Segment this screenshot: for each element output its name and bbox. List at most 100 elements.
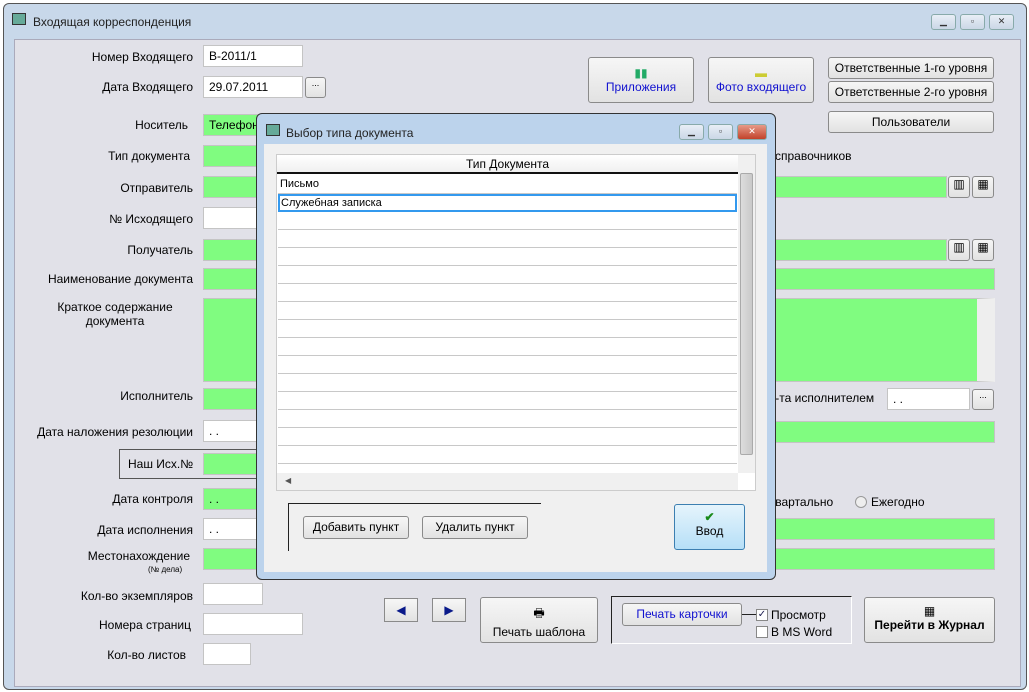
summary-label: Краткое содержание документа [57, 300, 173, 328]
resolution-green-input[interactable] [770, 421, 995, 443]
close-button[interactable]: ✕ [989, 14, 1014, 30]
scroll-thumb[interactable] [740, 173, 753, 455]
pages-label: Номера страниц [99, 618, 191, 632]
date-picker-button[interactable]: ... [305, 77, 326, 98]
dialog-minimize-button[interactable]: ▁ [679, 124, 704, 140]
responsible-1-button[interactable]: Ответственные 1-го уровня [828, 57, 994, 79]
books-icon: ▮▮ [634, 66, 648, 80]
grid-header[interactable]: Тип Документа [277, 155, 738, 174]
location-sublabel: (№ дела) [148, 565, 183, 574]
delete-item-button[interactable]: Удалить пункт [422, 516, 528, 539]
yearly-label: Ежегодно [871, 495, 925, 509]
folder-icon: ▬ [755, 66, 767, 80]
checkmark-icon: ✔ [704, 510, 715, 524]
recipient-card-button[interactable]: ▥ [948, 239, 970, 261]
sender-card-button[interactable]: ▥ [948, 176, 970, 198]
location-label: Местонахождение [87, 549, 190, 563]
doc-type-grid[interactable]: Тип Документа Письмо Служебная записка ◀ [276, 154, 756, 491]
window-title: Входящая корреспонденция [33, 15, 192, 29]
grid-row[interactable] [278, 392, 737, 410]
attachments-button[interactable]: ▮▮ Приложения [588, 57, 694, 103]
incoming-number-label: Номер Входящего [91, 50, 193, 64]
maximize-button[interactable]: ▫ [960, 14, 985, 30]
yearly-radio[interactable] [855, 496, 867, 508]
grid-row[interactable] [278, 248, 737, 266]
grid-row[interactable] [278, 410, 737, 428]
prev-button[interactable]: ◀ [384, 598, 418, 622]
grid-row[interactable] [278, 374, 737, 392]
execution-green-input[interactable] [770, 518, 995, 540]
sender-label: Отправитель [120, 181, 193, 195]
vertical-scrollbar[interactable] [738, 155, 755, 473]
table-icon: ▦ [923, 604, 936, 618]
control-date-label: Дата контроля [112, 492, 193, 506]
incoming-date-label: Дата Входящего [102, 80, 193, 94]
grid-row[interactable] [278, 230, 737, 248]
sheets-input[interactable] [203, 643, 251, 665]
scroll-left-icon: ◀ [285, 476, 292, 485]
grid-row[interactable] [278, 338, 737, 356]
doc-type-dialog: Выбор типа документа ▁ ▫ ✕ Тип Документа… [256, 113, 776, 580]
sheets-label: Кол-во листов [107, 648, 186, 662]
executor-date-label: к-та исполнителем [770, 391, 875, 405]
journal-button[interactable]: ▦ Перейти в Журнал [864, 597, 995, 643]
card-icon: ▥ [953, 240, 965, 254]
next-button[interactable]: ▶ [432, 598, 466, 622]
grid-row[interactable] [278, 428, 737, 446]
grid-row[interactable] [278, 302, 737, 320]
msword-label: В MS Word [771, 625, 833, 639]
grid-row[interactable] [278, 284, 737, 302]
grid-row[interactable]: Служебная записка [278, 194, 737, 212]
incoming-number-input[interactable]: В-2011/1 [203, 45, 303, 67]
dialog-close-button[interactable]: ✕ [737, 124, 767, 140]
minimize-button[interactable]: ▁ [931, 14, 956, 30]
card-icon: ▥ [953, 177, 965, 191]
grid-row[interactable]: Письмо [278, 176, 737, 194]
our-outgoing-label: Наш Исх.№ [128, 457, 194, 471]
preview-label: Просмотр [771, 608, 826, 622]
enter-button[interactable]: ✔ Ввод [674, 504, 745, 550]
grid-row[interactable] [278, 320, 737, 338]
quarterly-label: квартально [770, 495, 834, 509]
grid-row[interactable] [278, 356, 737, 374]
carrier-label: Носитель [135, 118, 188, 132]
incoming-date-input[interactable]: 29.07.2011 [203, 76, 303, 98]
journal-label: Перейти в Журнал [874, 618, 985, 632]
dialog-title: Выбор типа документа [286, 126, 414, 140]
grid-row[interactable] [278, 266, 737, 284]
recipient-table-button[interactable]: ▦ [972, 239, 994, 261]
copies-label: Кол-во экземпляров [80, 589, 193, 603]
pages-input[interactable] [203, 613, 303, 635]
executor-date-button[interactable]: ... [972, 389, 994, 410]
sender-table-button[interactable]: ▦ [972, 176, 994, 198]
print-template-label: Печать шаблона [492, 625, 586, 639]
printer-icon: 🖶 [533, 606, 545, 620]
dialog-icon [266, 124, 280, 136]
executor-date-input[interactable]: . . [887, 388, 970, 410]
arrow-left-icon: ◀ [396, 603, 406, 617]
msword-checkbox[interactable] [756, 626, 768, 638]
app-icon [12, 13, 26, 25]
recipient-label: Получатель [127, 243, 193, 257]
grid-row[interactable] [278, 212, 737, 230]
users-button[interactable]: Пользователи [828, 111, 994, 133]
table-icon: ▦ [977, 240, 989, 254]
preview-checkbox[interactable]: ✓ [756, 609, 768, 621]
grid-row[interactable] [278, 446, 737, 464]
connector-line [742, 614, 756, 615]
executor-label: Исполнитель [120, 389, 193, 403]
outgoing-number-label: № Исходящего [109, 212, 193, 226]
doc-name-label: Наименование документа [47, 272, 193, 286]
copies-input[interactable] [203, 583, 263, 605]
print-template-button[interactable]: 🖶 Печать шаблона [480, 597, 598, 643]
dialog-maximize-button[interactable]: ▫ [708, 124, 733, 140]
photo-button[interactable]: ▬ Фото входящего [708, 57, 814, 103]
responsible-2-button[interactable]: Ответственные 2-го уровня [828, 81, 994, 103]
add-item-button[interactable]: Добавить пункт [303, 516, 409, 539]
print-card-button[interactable]: Печать карточки [622, 603, 742, 626]
photo-label: Фото входящего [715, 80, 807, 94]
horizontal-scrollbar[interactable]: ◀ [277, 473, 738, 490]
doc-type-label: Тип документа [108, 149, 190, 163]
dialog-body: Тип Документа Письмо Служебная записка ◀ … [264, 144, 767, 572]
enter-label: Ввод [695, 524, 724, 538]
